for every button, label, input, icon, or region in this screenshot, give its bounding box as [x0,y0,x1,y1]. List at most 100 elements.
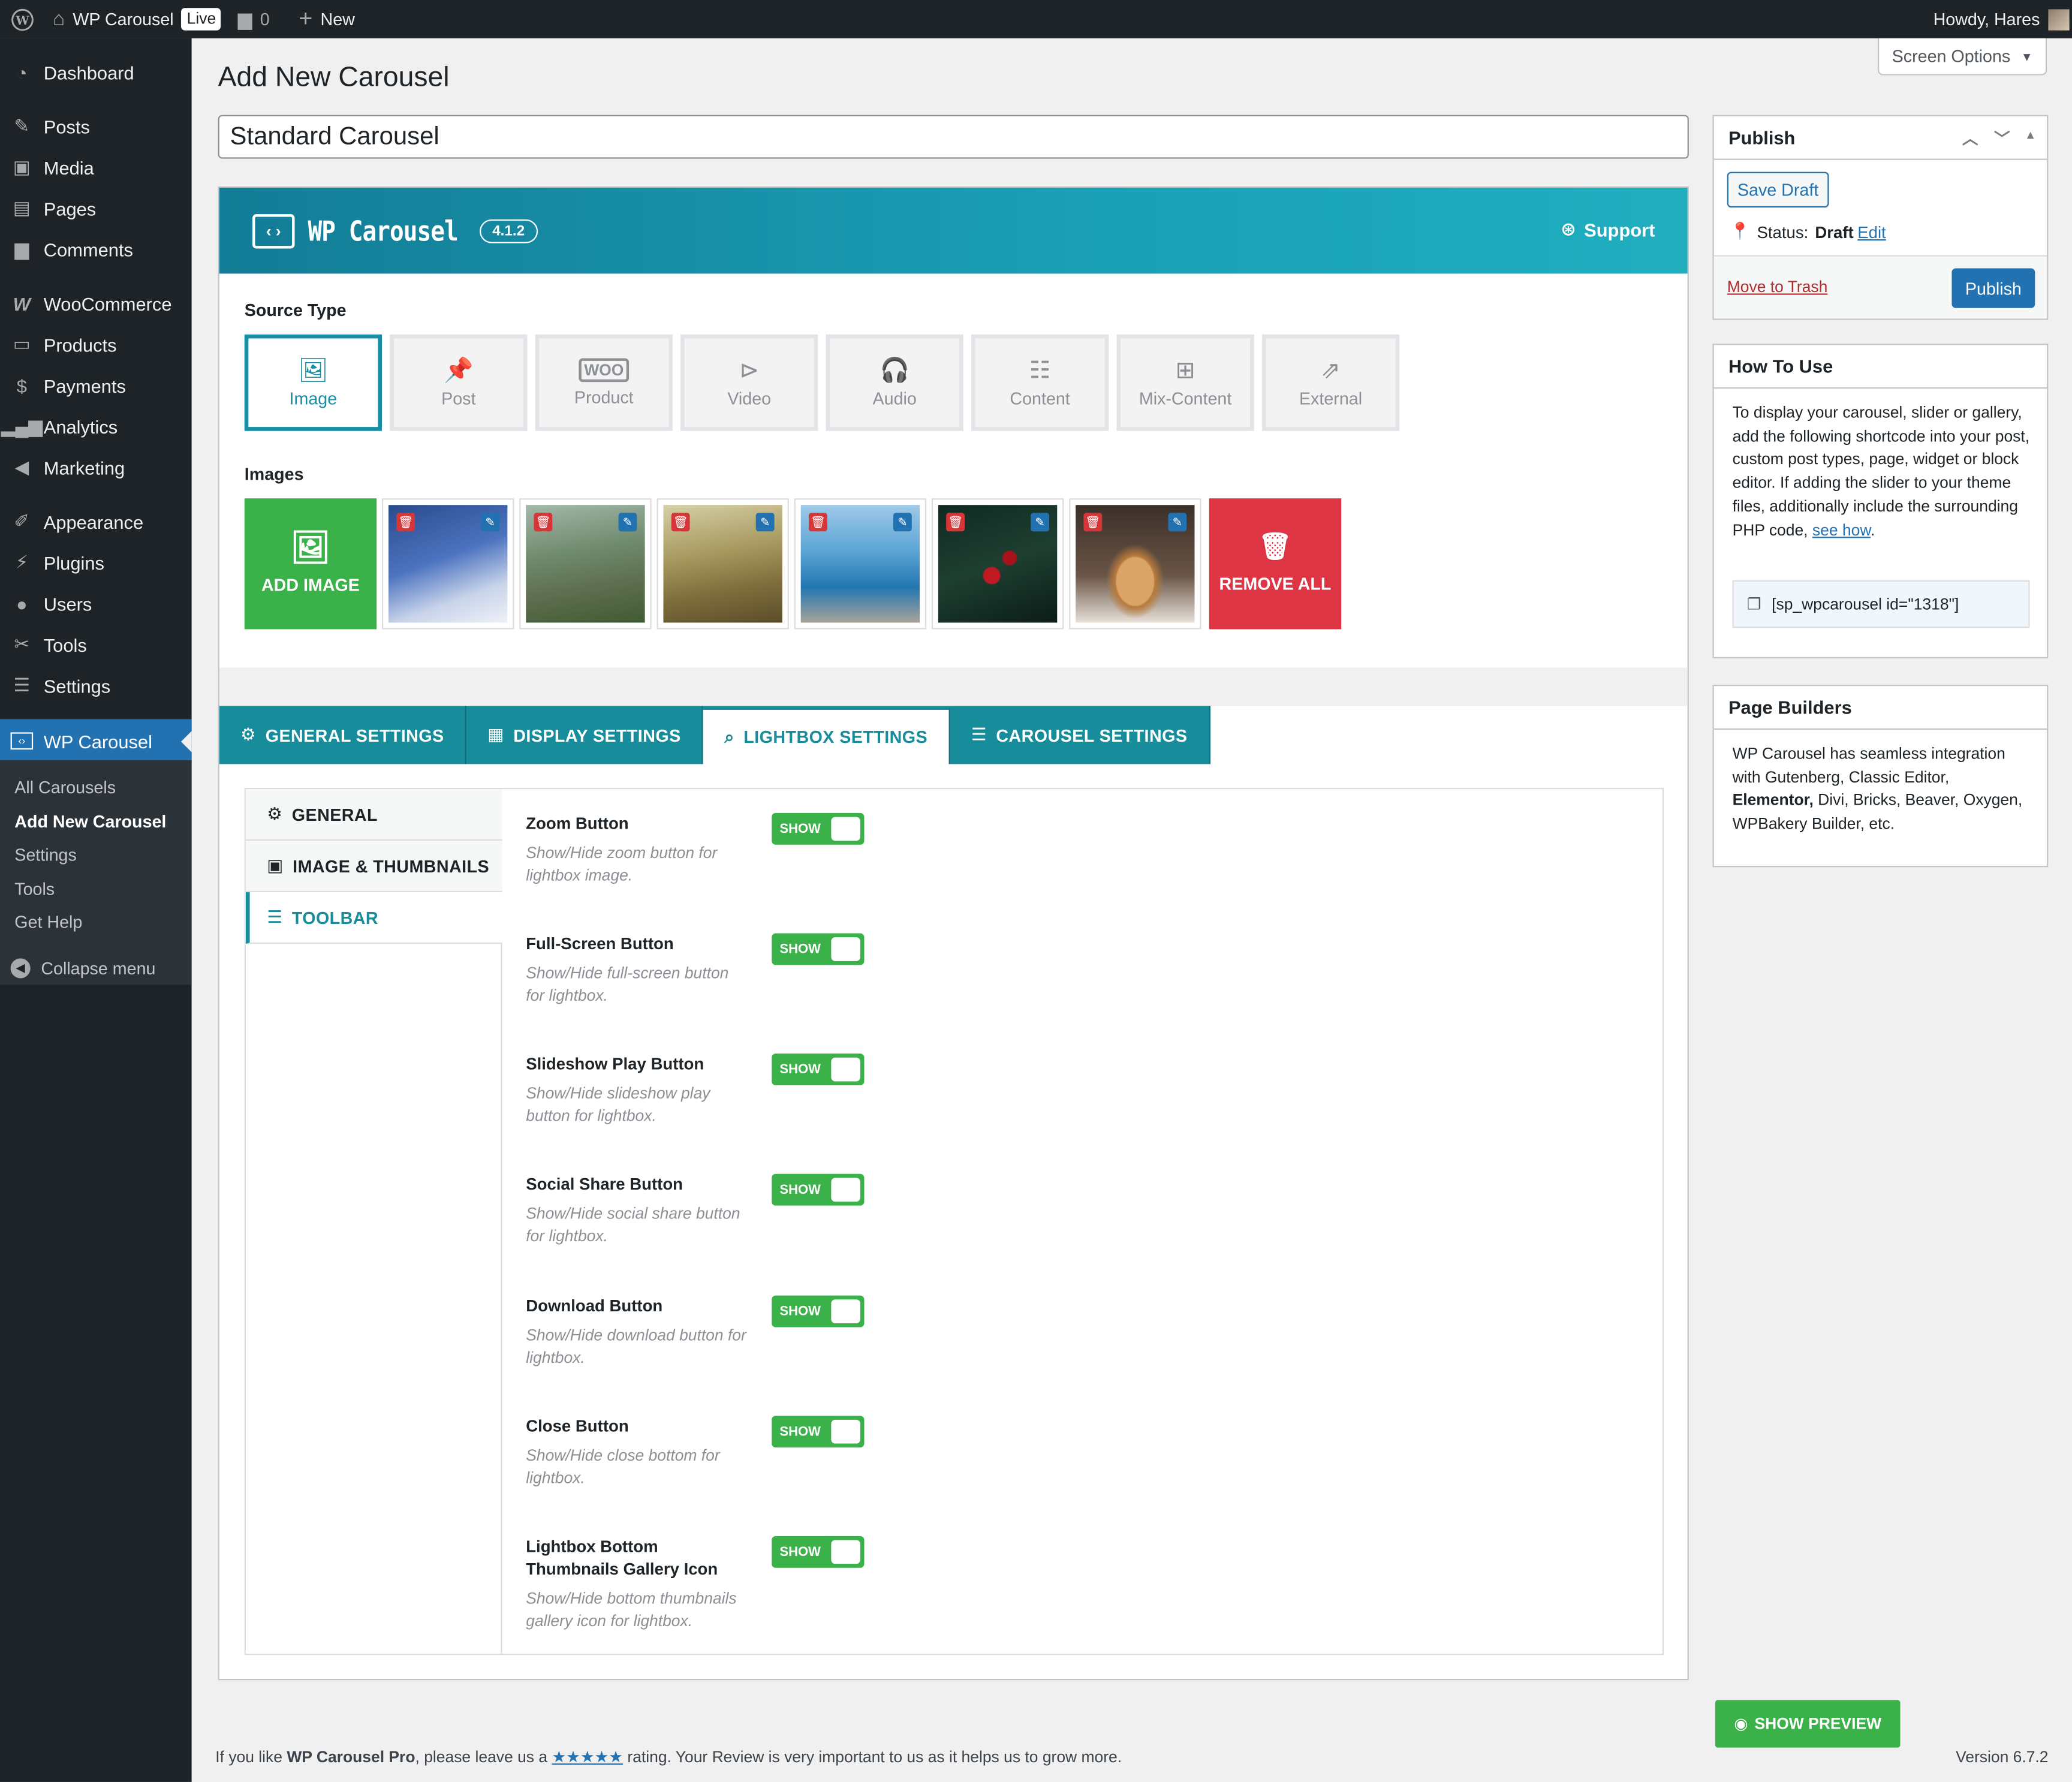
edit-icon[interactable]: ✎ [481,513,500,532]
source-type-post[interactable]: 📌 Post [390,334,528,431]
sidebar-item-dashboard[interactable]: ◔ Dashboard [0,52,192,92]
chevron-up-icon[interactable]: ︿ [1962,127,1978,149]
sidebar-item-posts[interactable]: ✎ Posts [0,106,192,146]
wordpress-logo-icon[interactable]: W [11,0,35,38]
source-type-content[interactable]: ☷ Content [971,334,1109,431]
sidebar-item-pages[interactable]: ▤ Pages [0,188,192,228]
eye-icon: ◉ [1734,1714,1748,1733]
new-content-link[interactable]: + New [299,0,355,38]
slideshow-button-toggle[interactable]: SHOW [772,1053,865,1086]
submenu-all-carousels[interactable]: All Carousels [14,777,116,797]
edit-icon[interactable]: ✎ [1031,513,1050,532]
tab-lightbox-settings[interactable]: ⌕ LIGHTBOX SETTINGS [703,706,950,764]
tab-carousel-settings[interactable]: ☰ CAROUSEL SETTINGS [950,706,1210,764]
image-thumb[interactable]: 🗑 ✎ [931,498,1064,630]
delete-icon[interactable]: 🗑 [396,513,415,532]
page-builders-text: WP Carousel has seamless integration wit… [1733,743,2031,836]
sidebar-item-analytics[interactable]: ▂▄▆ Analytics [0,406,192,447]
edit-icon[interactable]: ✎ [755,513,775,532]
collapse-menu-button[interactable]: ◀ Collapse menu [0,948,192,989]
shortcode-box[interactable]: ❐ [sp_wpcarousel id="1318"] [1732,580,2030,628]
sidebar-item-label: Media [43,156,94,178]
source-type-audio[interactable]: 🎧 Audio [826,334,963,431]
edit-icon[interactable]: ✎ [618,513,637,532]
sidebar-item-wp-carousel[interactable]: ‹› WP Carousel [0,719,192,763]
remove-all-button[interactable]: 🗑 REMOVE ALL [1209,498,1342,630]
edit-icon[interactable]: ✎ [893,513,912,532]
subtab-toolbar[interactable]: ☰ TOOLBAR [245,892,502,944]
screen-options-button[interactable]: Screen Options ▼ [1878,38,2047,76]
submenu-tools[interactable]: Tools [14,879,55,899]
subtab-image-thumbnails[interactable]: ▣ IMAGE & THUMBNAILS [245,841,502,893]
fullscreen-button-toggle[interactable]: SHOW [772,933,865,965]
sidebar-item-label: WP Carousel [43,730,152,752]
source-type-product[interactable]: WOO Product [535,334,673,431]
site-name: WP Carousel [73,9,174,29]
delete-icon[interactable]: 🗑 [671,513,690,532]
support-link[interactable]: ⊛ Support [1561,218,1655,240]
sidebar-item-woocommerce[interactable]: W WooCommerce [0,283,192,324]
sidebar-item-payments[interactable]: $ Payments [0,365,192,405]
source-type-video[interactable]: ⊳ Video [680,334,818,431]
chevron-down-icon[interactable]: ﹀ [1994,127,2010,149]
delete-icon[interactable]: 🗑 [1083,513,1103,532]
sidebar-item-settings[interactable]: ☰ Settings [0,665,192,706]
publish-button[interactable]: Publish [1951,268,2035,308]
delete-icon[interactable]: 🗑 [534,513,553,532]
tab-general-settings[interactable]: ⚙ GENERAL SETTINGS [219,706,467,764]
add-image-button[interactable]: 🖼 ADD IMAGE [244,498,377,630]
thumbnails-icon-toggle[interactable]: SHOW [772,1536,865,1568]
source-type-external[interactable]: ⇗ External [1261,334,1400,431]
caret-up-icon[interactable]: ▲ [2025,128,2037,142]
source-type-mix-content[interactable]: ⊞ Mix-Content [1116,334,1254,431]
sidebar-item-plugins[interactable]: ⚡ Plugins [0,542,192,583]
social-share-button-toggle[interactable]: SHOW [772,1173,865,1206]
edit-icon[interactable]: ✎ [1168,513,1187,532]
source-type-image[interactable]: 🖼 Image [244,334,382,431]
image-thumb[interactable]: 🗑 ✎ [656,498,789,630]
zoom-button-toggle[interactable]: SHOW [772,812,865,845]
rating-stars-link[interactable]: ★★★★★ [552,1748,623,1766]
comments-link[interactable]: ▆ 0 [238,0,270,38]
delete-icon[interactable]: 🗑 [808,513,827,532]
sidebar-item-tools[interactable]: ✂ Tools [0,624,192,665]
carousel-icon: ‹› [10,732,34,750]
sidebar-item-comments[interactable]: ▆ Comments [0,228,192,269]
toggle-knob [831,1540,860,1564]
source-type-label-text: Product [574,387,634,408]
account-menu[interactable]: Howdy, Hares [1934,0,2069,38]
sidebar-item-appearance[interactable]: ✐ Appearance [0,501,192,542]
tab-label: CAROUSEL SETTINGS [996,725,1188,745]
save-draft-button[interactable]: Save Draft [1727,171,1829,208]
sidebar-item-products[interactable]: ▭ Products [0,324,192,365]
images-label: Images [244,463,304,484]
image-thumb[interactable]: 🗑 ✎ [1069,498,1201,630]
subtab-general[interactable]: ⚙ GENERAL [245,789,502,841]
image-thumb[interactable]: 🗑 ✎ [381,498,514,630]
sidebar-item-label: Products [43,333,117,355]
sidebar-item-media[interactable]: ▣ Media [0,147,192,188]
show-preview-button[interactable]: ◉ SHOW PREVIEW [1715,1700,1901,1748]
wp-carousel-header: ‹ › WP Carousel 4.1.2 ⊛ Support [219,188,1688,274]
post-title-input[interactable]: Standard Carousel [218,115,1689,159]
tab-display-settings[interactable]: ▦ DISPLAY SETTINGS [466,706,704,764]
toggle-label: SHOW [779,1304,821,1319]
copy-icon[interactable]: ❐ [1747,595,1761,613]
image-thumb[interactable]: 🗑 ✎ [794,498,927,630]
submenu-add-new-carousel[interactable]: Add New Carousel [14,812,166,832]
image-thumb[interactable]: 🗑 ✎ [519,498,652,630]
close-button-toggle[interactable]: SHOW [772,1416,865,1448]
sidebar-item-users[interactable]: ● Users [0,583,192,624]
submenu-settings[interactable]: Settings [14,845,77,865]
submenu-get-help[interactable]: Get Help [14,912,82,932]
move-to-trash-link[interactable]: Move to Trash [1727,278,1828,296]
edit-status-link[interactable]: Edit [1857,222,1886,241]
see-how-link[interactable]: see how [1812,520,1871,539]
sidebar-item-label: Settings [43,675,111,696]
sidebar-item-marketing[interactable]: ◀ Marketing [0,447,192,487]
site-name-link[interactable]: ⌂ WP Carousel Live [53,0,222,38]
download-button-toggle[interactable]: SHOW [772,1295,865,1328]
field-close-desc: Show/Hide close bottom for lightbox. [526,1446,720,1488]
delete-icon[interactable]: 🗑 [946,513,965,532]
brush-icon: ✐ [14,510,30,532]
